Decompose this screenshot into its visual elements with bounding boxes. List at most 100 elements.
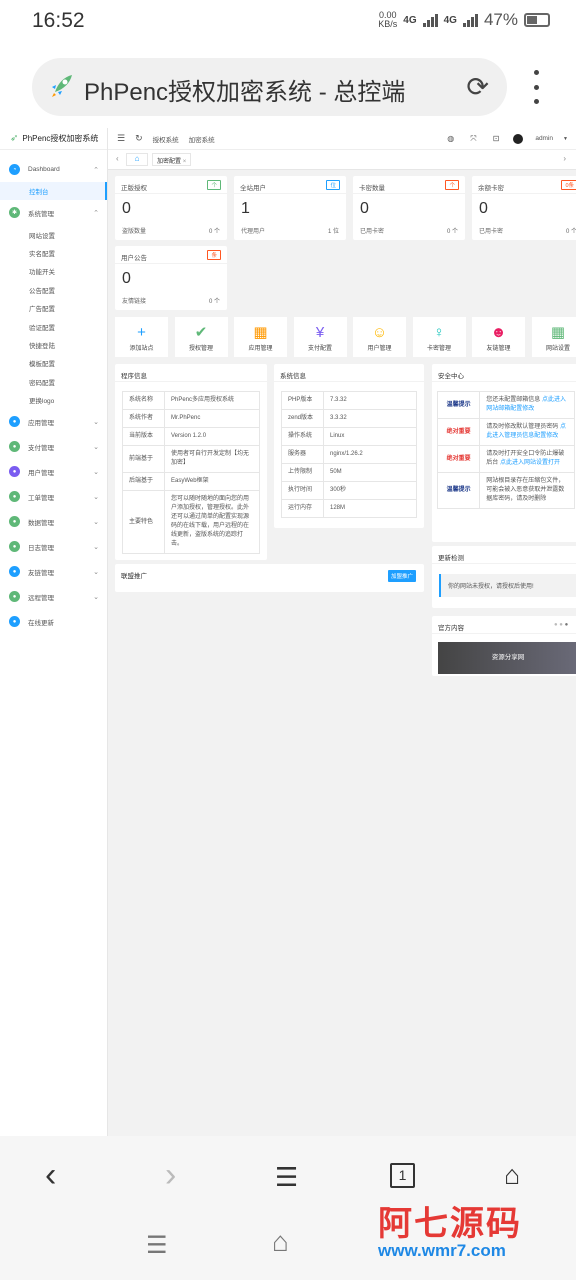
- sidebar-item-group[interactable]: ● 工单管理 ⌄: [0, 484, 107, 509]
- sidebar-subitem[interactable]: 更换logo: [0, 391, 107, 409]
- sidebar-item-group[interactable]: ● 远程管理 ⌄: [0, 584, 107, 609]
- table-row: zend版本 3.3.32: [281, 409, 417, 428]
- sidebar-item-group[interactable]: ● 友链管理 ⌄: [0, 559, 107, 584]
- sidebar-item-dashboard[interactable]: ◔ Dashboard ⌃: [0, 157, 107, 182]
- system-info-panel: 系统信息 PHP版本 7.3.32 zend版本 3.3.32 操作系统 Linux 服务器 n…: [274, 364, 424, 528]
- dashboard-icon: ◔: [9, 164, 20, 175]
- rocket-icon: ➶: [10, 133, 19, 144]
- chevron-up-icon: ⌃: [93, 166, 99, 174]
- sidebar-subitem[interactable]: 密码配置: [0, 373, 107, 391]
- sidebar-item-group[interactable]: ● 数据管理 ⌄: [0, 509, 107, 534]
- rocket-logo-icon: [52, 75, 72, 97]
- quick-action[interactable]: ☺ 用户管理: [353, 317, 406, 357]
- sidebar-subitem[interactable]: 实名配置: [0, 244, 107, 262]
- tab-switcher-icon[interactable]: 1: [390, 1163, 415, 1188]
- quick-action[interactable]: ✔ 授权管理: [174, 317, 228, 357]
- sidebar-item-group[interactable]: ● 应用管理 ⌄: [0, 409, 107, 434]
- watermark-logo: 阿七源码 www.wmr7.com: [378, 1204, 522, 1260]
- quick-action[interactable]: ▦ 网站设置: [531, 317, 576, 357]
- user-menu[interactable]: admin ▼: [513, 133, 568, 144]
- close-icon[interactable]: ×: [183, 159, 187, 165]
- stat-value: 1: [241, 200, 250, 217]
- chevron-down-icon: ⌄: [93, 468, 99, 476]
- tab-encrypt-system[interactable]: 加密系统: [189, 134, 215, 144]
- caret-down-icon: ▼: [563, 135, 568, 142]
- back-icon[interactable]: ‹: [45, 1156, 56, 1195]
- refresh-icon[interactable]: ↻: [135, 133, 143, 144]
- sidebar-subitem[interactable]: 模板配置: [0, 354, 107, 372]
- chevron-down-icon: ⌄: [93, 543, 99, 551]
- sidebar-item-group[interactable]: ● 用户管理 ⌄: [0, 459, 107, 484]
- quick-action-icon: ✔: [194, 324, 208, 341]
- tab-current[interactable]: 加密配置 ×: [152, 153, 192, 166]
- net-type-1: 4G: [403, 14, 417, 26]
- stat-card: 正版授权个 0 盗版数量 0 个: [115, 176, 227, 240]
- tabs-right-icon[interactable]: ›: [563, 154, 566, 163]
- stat-badge: 个: [445, 180, 459, 190]
- chevron-down-icon: ⌄: [93, 418, 99, 426]
- fullscreen-icon[interactable]: ⤧: [470, 134, 476, 144]
- stat-card: 卡密数量个 0 已用卡密 0 个: [353, 176, 465, 240]
- quick-action-icon: ☺: [371, 324, 388, 341]
- theme-icon[interactable]: ◍: [447, 134, 454, 143]
- sidebar: ➶ PhPenc授权加密系统 ◔ Dashboard ⌃ 控制台 ✱ 系统管理 ⌃ 网站设…: [0, 128, 108, 1136]
- quick-action[interactable]: ♀ 卡密管理: [412, 317, 466, 357]
- chevron-down-icon: ⌄: [93, 593, 99, 601]
- carousel-dots[interactable]: ● ● ●: [554, 622, 568, 628]
- union-button[interactable]: 加盟推广: [387, 570, 416, 582]
- table-row: 绝对重要 请及时打开安全口令防止爆破后台 点此进入网站设置打开: [436, 445, 575, 473]
- chevron-down-icon: ⌄: [93, 443, 99, 451]
- stat-value: 0: [360, 200, 369, 217]
- quick-action-icon: ▦: [550, 324, 566, 341]
- sidebar-subitem[interactable]: 网站设置: [0, 225, 107, 243]
- avatar: [513, 133, 524, 144]
- stat-value: 0: [122, 270, 131, 287]
- sidebar-item-console[interactable]: 控制台: [0, 182, 107, 201]
- home-tab[interactable]: ⌂: [126, 153, 148, 166]
- menu-toggle-icon[interactable]: ☰: [117, 133, 125, 144]
- reload-icon[interactable]: ⟳: [466, 72, 489, 103]
- more-menu-icon[interactable]: [530, 70, 542, 104]
- sidebar-subitem[interactable]: 广告配置: [0, 299, 107, 317]
- tabs-left-icon[interactable]: ‹: [116, 154, 119, 163]
- quick-action[interactable]: ▦ 应用管理: [234, 317, 287, 357]
- quick-action[interactable]: ☻ 友链管理: [472, 317, 525, 357]
- table-row: 温馨提示 网站根目录存在压缩包文件，可能会被入恶意获取并泄露数据库密码，请及时删除: [436, 472, 575, 509]
- battery-icon: [524, 13, 550, 27]
- table-row: 操作系统 Linux: [281, 427, 417, 446]
- official-banner[interactable]: 资源分享网: [438, 642, 576, 674]
- sidebar-subitem[interactable]: 验证配置: [0, 317, 107, 335]
- web-app: ➶ PhPenc授权加密系统 ◔ Dashboard ⌃ 控制台 ✱ 系统管理 ⌃ 网站设…: [0, 128, 576, 1136]
- sidebar-item-group[interactable]: ● 在线更新: [0, 609, 107, 634]
- lock-icon[interactable]: ⊡: [493, 134, 500, 143]
- quick-action[interactable]: ¥ 支付配置: [293, 317, 347, 357]
- sidebar-item-group[interactable]: ● 支付管理 ⌄: [0, 434, 107, 459]
- tab-auth-system[interactable]: 授权系统: [153, 134, 179, 144]
- update-message: 你的网站未授权，请授权后使用!: [439, 574, 576, 597]
- top-nav: ☰ ↻ 授权系统 加密系统 ◍ ⤧ ⊡ admin ▼: [108, 128, 576, 150]
- table-row: 服务器 nginx/1.26.2: [281, 445, 417, 464]
- sidebar-item-system[interactable]: ✱ 系统管理 ⌃: [0, 200, 107, 225]
- sidebar-subitem[interactable]: 快捷登陆: [0, 336, 107, 354]
- battery-percent: 47%: [483, 10, 518, 29]
- home-icon[interactable]: ⌂: [504, 1160, 520, 1191]
- group-icon: ●: [9, 616, 20, 628]
- quick-action-icon: ▦: [253, 324, 268, 341]
- address-bar[interactable]: PhPenc授权加密系统 - 总控端 ⟳: [32, 58, 507, 116]
- stat-badge: 0条: [561, 180, 576, 190]
- system-home-icon[interactable]: ⌂: [272, 1226, 289, 1258]
- sidebar-subitem[interactable]: 功能开关: [0, 262, 107, 280]
- security-panel: 安全中心 温馨提示 您还未配置邮箱信息 点此进入网站邮箱配置修改 绝对重要 请及时修改默…: [432, 364, 576, 542]
- table-row: 系统作者 Mr.PhPenc: [122, 409, 260, 428]
- quick-action[interactable]: + 添加站点: [115, 317, 168, 357]
- union-panel: 联盟推广 加盟推广: [115, 564, 424, 592]
- sidebar-subitem[interactable]: 公告配置: [0, 281, 107, 299]
- system-menu-icon[interactable]: ☰: [146, 1231, 168, 1260]
- chevron-up-icon: ⌃: [93, 209, 99, 217]
- security-link[interactable]: 点此进入网站设置打开: [500, 460, 560, 466]
- stat-card: 全站用户位 1 代理用户 1 位: [234, 176, 346, 240]
- stat-value: 0: [479, 200, 488, 217]
- menu-icon[interactable]: ☰: [275, 1162, 298, 1193]
- forward-icon[interactable]: ›: [165, 1156, 176, 1195]
- sidebar-item-group[interactable]: ● 日志管理 ⌄: [0, 534, 107, 559]
